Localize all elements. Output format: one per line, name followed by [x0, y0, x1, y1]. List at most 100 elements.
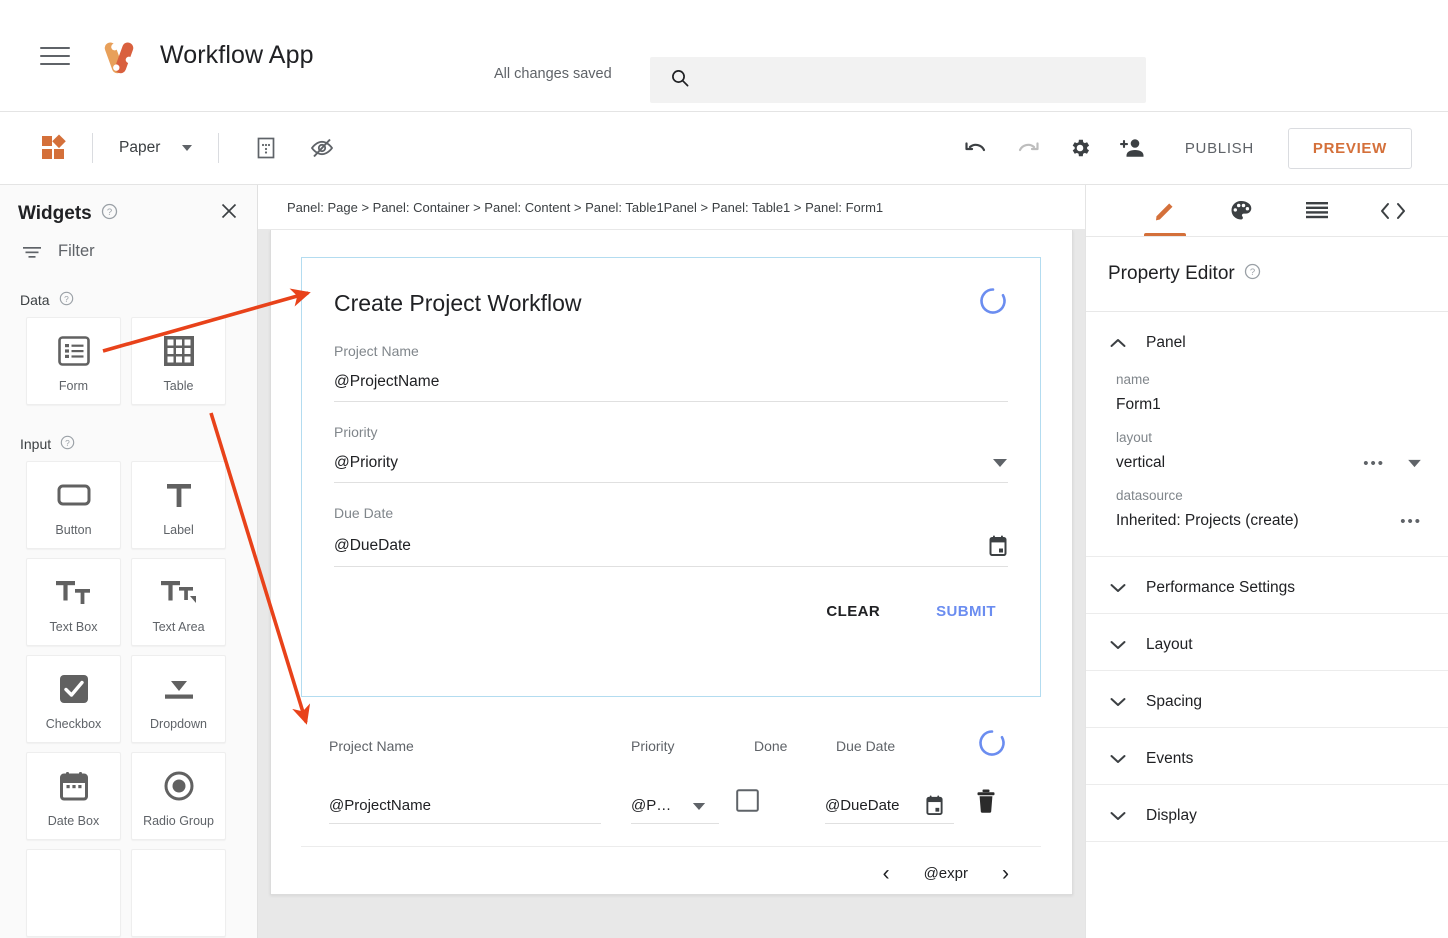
form-icon	[56, 329, 92, 373]
property-key: layout	[1116, 430, 1153, 445]
widget-card-text-box[interactable]: Text Box	[26, 558, 121, 646]
add-person-icon[interactable]	[1115, 131, 1149, 165]
calendar-icon	[58, 764, 90, 808]
section-performance-settings[interactable]: Performance Settings	[1086, 556, 1448, 613]
field-label: Priority	[334, 424, 378, 440]
widget-card-label: Text Box	[49, 620, 98, 634]
tab-styles[interactable]	[1224, 185, 1258, 236]
section-list-end-divider	[1086, 841, 1448, 842]
field-input[interactable]: @Priority	[334, 454, 1008, 483]
property-value-row[interactable]: Form1	[1116, 396, 1448, 414]
canvas-page: Create Project Workflow Project Name @Pr…	[270, 230, 1073, 895]
toolbar: Paper PUBLISH PREVIEW	[0, 112, 1448, 185]
submit-button[interactable]: SUBMIT	[936, 603, 996, 620]
table-icon	[162, 329, 196, 373]
dropdown-caret-icon[interactable]	[992, 458, 1008, 468]
field-project-name[interactable]: Project Name @ProjectName	[334, 321, 1008, 402]
table-cell-done-checkbox[interactable]	[736, 789, 825, 824]
layout-grid-icon[interactable]	[249, 131, 283, 165]
dropdown-caret-icon[interactable]	[679, 802, 719, 824]
property-key: datasource	[1116, 488, 1183, 503]
preview-button[interactable]: PREVIEW	[1287, 127, 1412, 169]
section-layout[interactable]: Layout	[1086, 613, 1448, 670]
visibility-off-icon[interactable]	[305, 131, 339, 165]
section-spacing[interactable]: Spacing	[1086, 670, 1448, 727]
table-cell-priority[interactable]: @P…	[631, 797, 679, 824]
field-priority[interactable]: Priority @Priority	[334, 402, 1008, 483]
collapsed-sections: Performance Settings Layout Spacing Even…	[1086, 556, 1448, 842]
table-column-header: Done	[754, 737, 788, 754]
textarea-icon	[160, 570, 198, 614]
widget-card-radio-group[interactable]: Radio Group	[131, 752, 226, 840]
property-value-row[interactable]: Inherited: Projects (create) •••	[1116, 512, 1448, 530]
widget-card-partial-right[interactable]	[131, 849, 226, 937]
widget-card-dropdown[interactable]: Dropdown	[131, 655, 226, 743]
search-bar[interactable]	[650, 57, 1146, 103]
table-row[interactable]: @ProjectName @P… @DueDate	[301, 789, 1041, 824]
property-name: name Form1	[1086, 356, 1448, 414]
table-cell-due-date[interactable]: @DueDate	[825, 797, 914, 824]
help-circle-icon[interactable]: ?	[101, 203, 118, 225]
hamburger-icon[interactable]	[40, 43, 70, 69]
clear-button[interactable]: CLEAR	[826, 603, 880, 620]
widgets-icon[interactable]	[40, 133, 70, 163]
widget-card-text-area[interactable]: Text Area	[131, 558, 226, 646]
property-editor-title: Property Editor	[1108, 263, 1235, 284]
section-events[interactable]: Events	[1086, 727, 1448, 784]
tab-properties[interactable]	[1144, 185, 1186, 236]
widget-card-label[interactable]: Label	[131, 461, 226, 549]
section-label: Panel	[1146, 334, 1186, 351]
publish-button[interactable]: PUBLISH	[1179, 130, 1260, 167]
overflow-dots-icon[interactable]: •••	[1363, 455, 1385, 472]
widgets-filter-label: Filter	[58, 242, 95, 260]
tab-content-list[interactable]	[1300, 185, 1334, 236]
dropdown-icon	[162, 667, 196, 711]
widget-group-data-header: Data ?	[0, 261, 257, 317]
trash-icon[interactable]	[976, 789, 996, 824]
help-circle-icon[interactable]: ?	[1244, 263, 1261, 285]
section-panel-header[interactable]: Panel	[1086, 312, 1448, 356]
calendar-icon[interactable]	[988, 535, 1008, 556]
widget-card-partial-left[interactable]	[26, 849, 121, 937]
widget-group-data-grid: Form Table	[0, 317, 257, 405]
property-value: Inherited: Projects (create)	[1116, 512, 1299, 529]
tab-code[interactable]	[1376, 185, 1410, 236]
pager-expression[interactable]: @expr	[924, 865, 968, 882]
chevron-down-icon	[1110, 811, 1126, 821]
widgets-filter[interactable]: Filter	[0, 226, 257, 261]
table-cell-project-name[interactable]: @ProjectName	[329, 797, 601, 824]
field-input[interactable]: @ProjectName	[334, 373, 1008, 402]
widget-card-button[interactable]: Button	[26, 461, 121, 549]
view-type-select[interactable]: Paper	[115, 139, 196, 157]
widget-group-input-grid: Button Label Text Box Text Area Checkbox…	[0, 461, 257, 937]
breadcrumb-text[interactable]: Panel: Page > Panel: Container > Panel: …	[287, 200, 883, 215]
widget-card-table[interactable]: Table	[131, 317, 226, 405]
search-input[interactable]	[704, 71, 1104, 89]
field-input[interactable]: @DueDate	[334, 535, 1008, 567]
property-value: Form1	[1116, 396, 1161, 413]
property-adornments: •••	[1400, 513, 1422, 530]
widget-card-date-box[interactable]: Date Box	[26, 752, 121, 840]
widget-card-form[interactable]: Form	[26, 317, 121, 405]
close-icon[interactable]	[219, 201, 239, 226]
overflow-dots-icon[interactable]: •••	[1400, 513, 1422, 530]
pager-next-button[interactable]: ›	[1002, 863, 1009, 884]
undo-icon[interactable]	[959, 131, 993, 165]
save-status: All changes saved	[494, 66, 612, 82]
help-circle-icon[interactable]: ?	[59, 291, 74, 309]
property-value-row[interactable]: vertical •••	[1116, 454, 1448, 472]
section-display[interactable]: Display	[1086, 784, 1448, 841]
dropdown-caret-icon[interactable]	[1407, 459, 1422, 468]
gear-icon[interactable]	[1063, 131, 1097, 165]
field-due-date[interactable]: Due Date @DueDate	[334, 483, 1008, 567]
help-circle-icon[interactable]: ?	[60, 435, 75, 453]
toolbar-divider-2	[218, 133, 220, 163]
pager-prev-button[interactable]: ‹	[883, 863, 890, 884]
section-label: Events	[1146, 750, 1194, 767]
field-value: @ProjectName	[334, 373, 440, 390]
form-panel[interactable]: Create Project Workflow Project Name @Pr…	[301, 257, 1041, 697]
calendar-icon[interactable]	[914, 795, 954, 824]
widget-card-checkbox[interactable]: Checkbox	[26, 655, 121, 743]
table-panel[interactable]: Project Name Priority Done Due Date @Pro…	[301, 700, 1041, 900]
redo-icon[interactable]	[1011, 131, 1045, 165]
